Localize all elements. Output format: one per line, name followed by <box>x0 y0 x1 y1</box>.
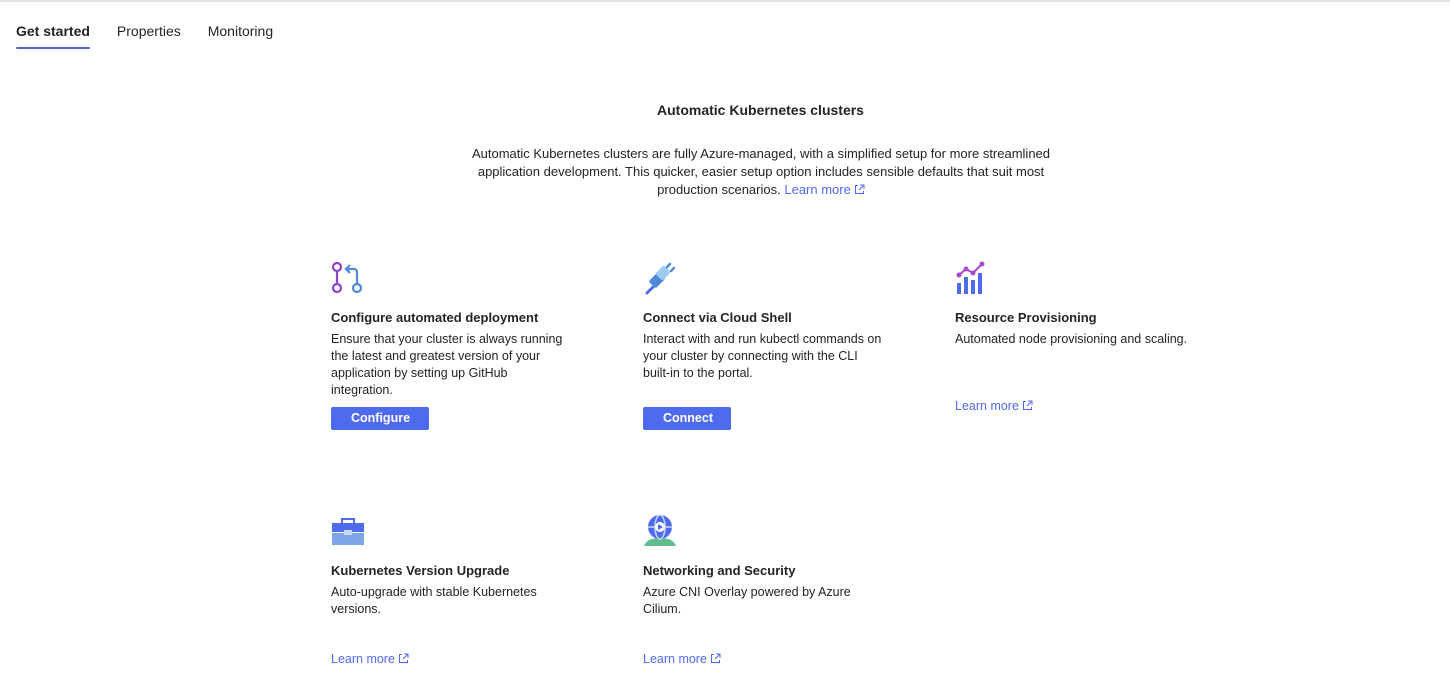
card-title: Networking and Security <box>643 563 796 578</box>
card-title: Configure automated deployment <box>331 310 539 325</box>
card-description: Azure CNI Overlay powered by Azure Ciliu… <box>643 585 851 616</box>
networking-learn-more-link[interactable]: Learn more <box>643 651 721 667</box>
hero-description-text: Automatic Kubernetes clusters are fully … <box>471 146 1051 197</box>
card-cloud-shell: Connect via Cloud Shell Interact with an… <box>643 261 893 382</box>
external-link-icon <box>398 653 409 663</box>
hero-learn-more-link[interactable]: Learn more <box>784 182 865 197</box>
top-border <box>0 0 1450 2</box>
card-title: Connect via Cloud Shell <box>643 310 792 325</box>
tab-get-started[interactable]: Get started <box>16 22 90 49</box>
external-link-icon <box>854 184 865 194</box>
hero-title: Automatic Kubernetes clusters <box>657 102 864 118</box>
card-description: Automated node provisioning and scaling. <box>955 332 1188 346</box>
card-description: Interact with and run kubectl commands o… <box>643 332 882 380</box>
card-title: Kubernetes Version Upgrade <box>331 563 510 578</box>
tab-bar: Get started Properties Monitoring <box>16 22 273 49</box>
card-configure-deployment: Configure automated deployment Ensure th… <box>331 261 581 399</box>
tab-properties[interactable]: Properties <box>117 22 181 48</box>
hero-description: Automatic Kubernetes clusters are fully … <box>470 145 1052 199</box>
toolbox-icon <box>332 518 364 545</box>
card-resource-provisioning: Resource Provisioning Automated node pro… <box>955 261 1205 348</box>
card-description: Ensure that your cluster is always runni… <box>331 332 563 397</box>
learn-more-label: Learn more <box>331 652 395 666</box>
plug-icon <box>645 262 676 295</box>
learn-more-label: Learn more <box>955 399 1019 413</box>
tab-monitoring[interactable]: Monitoring <box>208 22 273 48</box>
connect-button[interactable]: Connect <box>643 407 731 430</box>
card-networking: Networking and Security Azure CNI Overla… <box>643 514 893 618</box>
card-description: Auto-upgrade with stable Kubernetes vers… <box>331 585 537 616</box>
globe-icon <box>644 514 676 546</box>
upgrade-learn-more-link[interactable]: Learn more <box>331 651 409 667</box>
git-branch-icon <box>331 261 363 294</box>
chart-icon <box>956 261 985 294</box>
learn-more-label: Learn more <box>643 652 707 666</box>
card-version-upgrade: Kubernetes Version Upgrade Auto-upgrade … <box>331 514 581 618</box>
hero-learn-more-label: Learn more <box>784 182 851 197</box>
configure-button[interactable]: Configure <box>331 407 429 430</box>
card-title: Resource Provisioning <box>955 310 1097 325</box>
provisioning-learn-more-link[interactable]: Learn more <box>955 398 1033 414</box>
external-link-icon <box>1022 400 1033 410</box>
external-link-icon <box>710 653 721 663</box>
